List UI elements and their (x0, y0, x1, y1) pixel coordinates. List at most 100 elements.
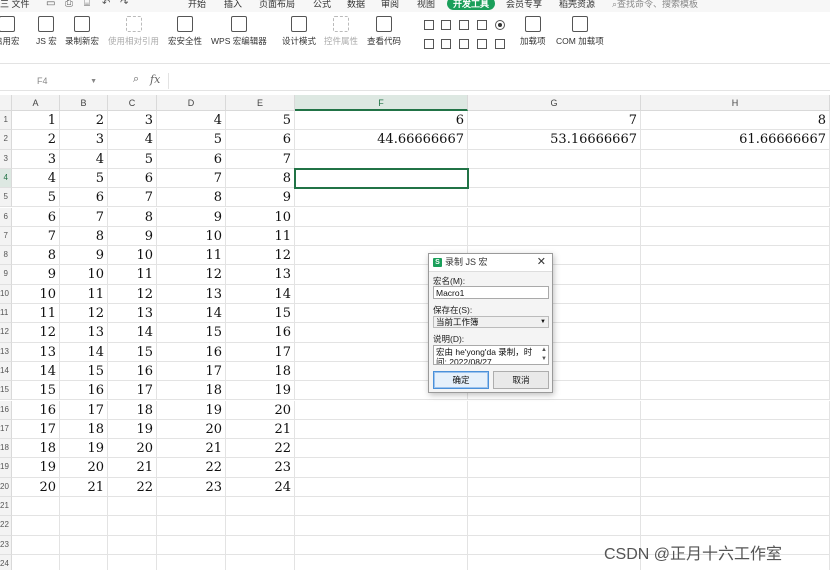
cell-c19[interactable]: 21 (108, 458, 157, 478)
menu-item-0[interactable]: 三 文件 (0, 0, 30, 10)
cell-c22[interactable] (108, 516, 157, 536)
cell-h5[interactable] (641, 188, 830, 208)
cell-c24[interactable] (108, 554, 157, 570)
cell-c8[interactable]: 10 (108, 246, 157, 266)
cell-f18[interactable] (295, 439, 468, 459)
cell-a12[interactable]: 12 (12, 323, 60, 343)
toggle-control-icon[interactable] (424, 39, 434, 49)
cell-g7[interactable] (468, 226, 641, 247)
cell-b5[interactable]: 6 (60, 188, 108, 208)
cell-d22[interactable] (157, 516, 226, 536)
cell-b3[interactable]: 4 (60, 149, 108, 169)
cell-d11[interactable]: 14 (157, 304, 226, 324)
cell-h13[interactable] (641, 342, 830, 362)
cell-d6[interactable]: 9 (157, 207, 226, 227)
column-header-h[interactable]: H (641, 95, 830, 111)
name-box[interactable]: F4 ▼ (0, 73, 100, 89)
row-header[interactable]: 21 (0, 497, 12, 517)
listbox-control-icon[interactable] (477, 39, 487, 49)
combobox-control-icon[interactable] (459, 39, 469, 49)
cell-c23[interactable] (108, 535, 157, 555)
close-icon[interactable]: ✕ (537, 254, 546, 271)
cell-g18[interactable] (468, 439, 641, 459)
cell-c5[interactable]: 7 (108, 188, 157, 208)
cell-b21[interactable] (60, 497, 108, 517)
cell-a5[interactable]: 5 (12, 188, 60, 208)
menu-item-2[interactable]: 插入 (224, 0, 242, 10)
label-control-icon[interactable] (424, 20, 434, 30)
cell-d7[interactable]: 10 (157, 226, 226, 247)
cell-d23[interactable] (157, 535, 226, 555)
description-textarea[interactable]: 宏由 he'yong'da 录制，时间: 2022/08/27 ▲ ▼ (433, 345, 549, 365)
cell-e15[interactable]: 19 (226, 381, 295, 401)
cell-f19[interactable] (295, 458, 468, 478)
cell-g21[interactable] (468, 497, 641, 517)
row-header[interactable]: 5 (0, 188, 12, 208)
row-header[interactable]: 2 (0, 130, 12, 150)
cell-h11[interactable] (641, 304, 830, 324)
cell-g19[interactable] (468, 458, 641, 478)
cell-d5[interactable]: 8 (157, 188, 226, 208)
row-header[interactable]: 11 (0, 304, 12, 324)
cell-d13[interactable]: 16 (157, 342, 226, 362)
cell-h8[interactable] (641, 246, 830, 266)
cell-d9[interactable]: 12 (157, 265, 226, 285)
cell-a10[interactable]: 10 (12, 284, 60, 304)
function-icon[interactable]: fx (150, 73, 160, 86)
cell-a14[interactable]: 14 (12, 361, 60, 382)
cell-a13[interactable]: 13 (12, 342, 60, 362)
cell-h1[interactable]: 8 (641, 111, 830, 131)
row-header[interactable]: 13 (0, 342, 12, 362)
cell-a7[interactable]: 7 (12, 226, 60, 247)
cell-b7[interactable]: 8 (60, 226, 108, 247)
cell-d14[interactable]: 17 (157, 361, 226, 382)
record-new-macro-button[interactable]: 录制新宏 (65, 16, 99, 47)
cell-h3[interactable] (641, 149, 830, 169)
cell-c7[interactable]: 9 (108, 226, 157, 247)
cell-e10[interactable]: 14 (226, 284, 295, 304)
menu-item-6[interactable]: 审阅 (381, 0, 399, 10)
cell-c21[interactable] (108, 497, 157, 517)
cell-a8[interactable]: 8 (12, 246, 60, 266)
cell-g4[interactable] (468, 168, 641, 189)
cell-a21[interactable] (12, 497, 60, 517)
column-header-b[interactable]: B (60, 95, 108, 111)
cell-h21[interactable] (641, 497, 830, 517)
ok-button[interactable]: 确定 (433, 371, 489, 389)
row-header[interactable]: 3 (0, 149, 12, 169)
cell-d12[interactable]: 15 (157, 323, 226, 343)
cell-e18[interactable]: 22 (226, 439, 295, 459)
row-header[interactable]: 22 (0, 516, 12, 536)
cell-f7[interactable] (295, 226, 468, 247)
cell-b11[interactable]: 12 (60, 304, 108, 324)
cell-h18[interactable] (641, 439, 830, 459)
cell-a1[interactable]: 1 (12, 111, 60, 131)
cell-f21[interactable] (295, 497, 468, 517)
row-header[interactable]: 1 (0, 111, 12, 131)
cell-d4[interactable]: 7 (157, 168, 226, 189)
cell-c15[interactable]: 17 (108, 381, 157, 401)
cell-h17[interactable] (641, 419, 830, 440)
preview-icon[interactable]: ⌸ (84, 0, 90, 9)
cell-b15[interactable]: 16 (60, 381, 108, 401)
cell-d24[interactable] (157, 554, 226, 570)
cell-d2[interactable]: 5 (157, 130, 226, 150)
cell-a15[interactable]: 15 (12, 381, 60, 401)
cell-f17[interactable] (295, 419, 468, 440)
cell-g1[interactable]: 7 (468, 111, 641, 131)
add-ins-button[interactable]: 加载项 (520, 16, 546, 47)
column-header-c[interactable]: C (108, 95, 157, 111)
cell-f16[interactable] (295, 400, 468, 420)
cell-f24[interactable] (295, 554, 468, 570)
textbox-control-icon[interactable] (459, 20, 469, 30)
cell-a19[interactable]: 19 (12, 458, 60, 478)
cell-f4[interactable] (295, 168, 468, 189)
cell-d21[interactable] (157, 497, 226, 517)
cell-h10[interactable] (641, 284, 830, 304)
cell-g2[interactable]: 53.16666667 (468, 130, 641, 150)
cell-a22[interactable] (12, 516, 60, 536)
column-header-d[interactable]: D (157, 95, 226, 111)
cell-e7[interactable]: 11 (226, 226, 295, 247)
cell-b10[interactable]: 11 (60, 284, 108, 304)
row-header[interactable]: 8 (0, 246, 12, 266)
